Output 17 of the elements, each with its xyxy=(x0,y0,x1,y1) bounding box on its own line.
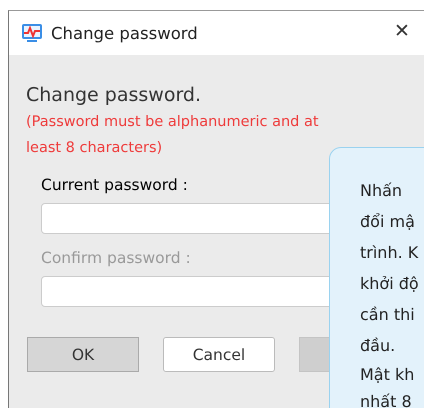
callout-text-line: Nhấn xyxy=(360,180,402,202)
callout-text-line: đầu. xyxy=(360,335,396,357)
callout-text-line: nhất 8 xyxy=(360,391,412,408)
window-title: Change password xyxy=(51,24,198,42)
dialog-heading: Change password. xyxy=(26,83,202,107)
dialog-button[interactable]: Cancel xyxy=(163,337,275,372)
dialog-button[interactable]: OK xyxy=(27,337,139,372)
callout-text-line: khởi độ xyxy=(360,273,419,295)
callout-text-line: trình. K xyxy=(360,242,418,264)
callout-text-line: Mật kh xyxy=(360,364,414,386)
close-button[interactable]: ✕ xyxy=(390,18,414,44)
password-rule-warning: (Password must be alphanumeric and at least 8 characters) xyxy=(26,113,320,158)
field-label: Current password : xyxy=(41,175,188,195)
field-label: Confirm password : xyxy=(41,248,191,268)
callout-text-line: cần thi xyxy=(360,304,415,326)
callout-text-line: đổi mậ xyxy=(360,211,415,233)
app-monitor-icon xyxy=(21,22,43,44)
